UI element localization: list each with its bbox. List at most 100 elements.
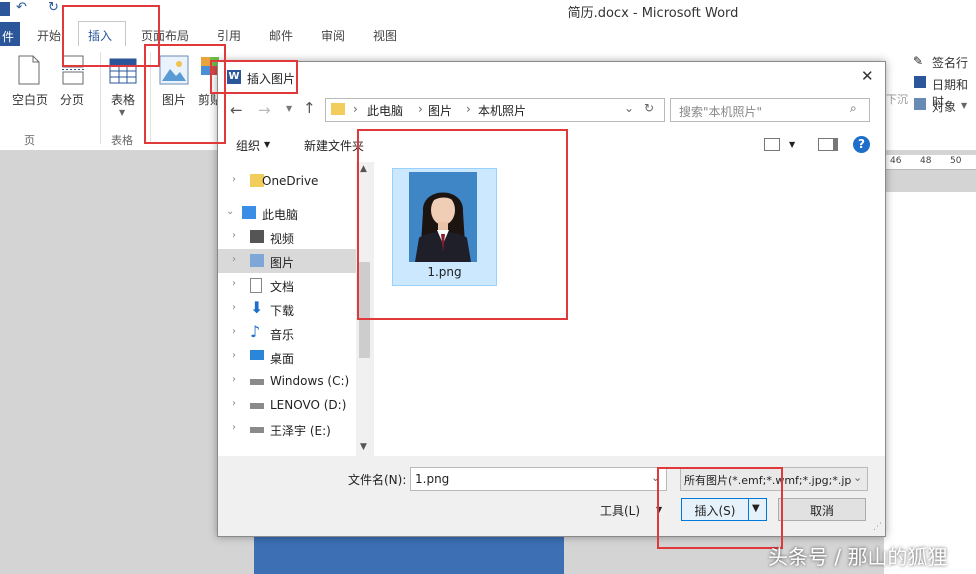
ruler: 46 48 50 xyxy=(884,155,976,170)
group-tables-label: 表格 xyxy=(111,134,133,147)
help-icon[interactable]: ? xyxy=(853,136,870,153)
preview-pane-icon[interactable] xyxy=(818,138,838,151)
nav-item-pictures[interactable]: › 图片 xyxy=(218,249,356,273)
nav-item-label: OneDrive xyxy=(262,174,319,188)
filename-value: 1.png xyxy=(415,472,450,486)
page-break-button[interactable]: 分页 xyxy=(60,91,84,108)
tab-file[interactable]: 件 xyxy=(0,22,20,46)
video-icon xyxy=(250,230,264,243)
close-icon[interactable]: ✕ xyxy=(861,67,874,85)
nav-item-onedrive[interactable]: › OneDrive xyxy=(218,169,356,193)
forward-icon[interactable]: → xyxy=(258,101,271,119)
organize-dropdown-icon[interactable]: ▼ xyxy=(264,140,270,149)
scroll-down-icon[interactable]: ▼ xyxy=(360,442,367,452)
view-dropdown-icon[interactable]: ▼ xyxy=(789,140,795,149)
tab-view[interactable]: 视图 xyxy=(373,27,397,44)
chevron-down-icon[interactable]: ⌄ xyxy=(226,206,234,217)
nav-item-music[interactable]: › ♪ 音乐 xyxy=(218,321,356,345)
nav-item-drive-e[interactable]: › 王泽宇 (E:) xyxy=(218,417,356,441)
tab-references[interactable]: 引用 xyxy=(217,27,241,44)
signature-line-button[interactable]: 签名行 xyxy=(932,54,968,71)
chevron-right-icon[interactable]: › xyxy=(232,302,236,313)
chevron-right-icon[interactable]: › xyxy=(232,422,236,433)
table-button[interactable]: 表格 xyxy=(111,91,135,108)
chevron-right-icon[interactable]: › xyxy=(232,230,236,241)
nav-item-label: 音乐 xyxy=(270,328,295,342)
download-icon: ⬇ xyxy=(250,298,264,317)
highlight-file xyxy=(357,129,568,320)
nav-item-label: 下载 xyxy=(270,304,295,318)
folder-icon xyxy=(331,103,345,115)
ruler-tick: 46 xyxy=(890,156,902,166)
nav-item-this-pc[interactable]: ⌄ 此电脑 xyxy=(218,201,356,225)
breadcrumb-item[interactable]: 此电脑 xyxy=(367,102,403,119)
music-icon: ♪ xyxy=(250,322,261,341)
watermark: 头条号 / 那山的狐狸 xyxy=(768,545,948,569)
chevron-right-icon[interactable]: › xyxy=(232,326,236,337)
blank-page-icon xyxy=(18,55,40,85)
breadcrumb-separator: › xyxy=(418,102,423,116)
nav-item-downloads[interactable]: › ⬇ 下载 xyxy=(218,297,356,321)
nav-item-label: LENOVO (D:) xyxy=(270,398,347,412)
tab-home[interactable]: 开始 xyxy=(37,27,61,44)
cancel-button-label: 取消 xyxy=(809,504,834,518)
nav-item-label: Windows (C:) xyxy=(270,374,350,388)
computer-icon xyxy=(242,206,256,219)
chevron-right-icon[interactable]: › xyxy=(232,254,236,265)
tab-mailings[interactable]: 邮件 xyxy=(269,27,293,44)
view-icon[interactable] xyxy=(764,138,780,151)
address-dropdown-icon[interactable]: ⌄ xyxy=(624,101,634,115)
date-time-icon xyxy=(914,76,926,88)
table-dropdown-icon[interactable]: ▼ xyxy=(119,108,125,117)
cancel-button[interactable]: 取消 xyxy=(778,498,866,521)
nav-item-label: 桌面 xyxy=(270,352,295,366)
highlight-dialog-title xyxy=(210,60,298,94)
object-dropdown-icon[interactable]: ▼ xyxy=(961,101,967,110)
highlight-picture-button xyxy=(144,44,226,144)
up-icon[interactable]: ↑ xyxy=(303,99,316,117)
chevron-right-icon[interactable]: › xyxy=(232,374,236,385)
chevron-right-icon[interactable]: › xyxy=(232,278,236,289)
address-bar[interactable]: › 此电脑 › 图片 › 本机照片 ⌄ ↻ xyxy=(325,98,665,122)
drop-cap-label[interactable]: 下沉 xyxy=(886,91,908,107)
tools-button[interactable]: 工具(L) xyxy=(600,502,640,519)
search-box[interactable]: 搜索"本机照片" ⌕ xyxy=(670,98,870,122)
ruler-tick: 50 xyxy=(950,156,962,166)
chevron-right-icon[interactable]: › xyxy=(232,174,236,185)
nav-item-drive-d[interactable]: › LENOVO (D:) xyxy=(218,393,356,417)
nav-item-label: 视频 xyxy=(270,232,295,246)
pictures-icon xyxy=(250,254,264,267)
filetype-dropdown-icon[interactable]: ⌄ xyxy=(853,471,863,484)
organize-button[interactable]: 组织 xyxy=(236,137,260,154)
nav-item-drive-c[interactable]: › Windows (C:) xyxy=(218,369,356,393)
back-icon[interactable]: ← xyxy=(230,101,243,119)
navigation-pane: › OneDrive ⌄ 此电脑 › 视频 › 图片 › 文档 › ⬇ 下载 ›… xyxy=(218,162,373,456)
refresh-icon[interactable]: ↻ xyxy=(644,101,654,115)
chevron-right-icon[interactable]: › xyxy=(232,398,236,409)
drive-icon xyxy=(250,379,264,385)
resize-grip-icon[interactable]: ⋰ xyxy=(873,522,882,532)
breadcrumb-separator: › xyxy=(353,102,358,116)
recent-dropdown-icon[interactable]: ▼ xyxy=(286,104,292,113)
new-folder-button[interactable]: 新建文件夹 xyxy=(304,137,364,154)
nav-item-label: 王泽宇 (E:) xyxy=(270,424,331,438)
object-button[interactable]: 对象 xyxy=(932,98,956,115)
search-input[interactable]: 搜索"本机照片" xyxy=(679,103,762,120)
document-page[interactable] xyxy=(884,192,976,574)
chevron-right-icon[interactable]: › xyxy=(232,350,236,361)
nav-item-videos[interactable]: › 视频 xyxy=(218,225,356,249)
breadcrumb-item[interactable]: 本机照片 xyxy=(478,102,526,119)
highlight-insert-button xyxy=(657,467,783,549)
blank-page-button[interactable]: 空白页 xyxy=(12,91,48,108)
nav-item-label: 图片 xyxy=(270,256,295,270)
desktop-icon xyxy=(250,350,264,360)
signature-icon: ✎ xyxy=(913,54,924,68)
nav-item-desktop[interactable]: › 桌面 xyxy=(218,345,356,369)
nav-item-documents[interactable]: › 文档 xyxy=(218,273,356,297)
drive-icon xyxy=(250,403,264,409)
filename-input[interactable]: 1.png ⌄ xyxy=(410,467,667,491)
tab-review[interactable]: 审阅 xyxy=(321,27,345,44)
breadcrumb-item[interactable]: 图片 xyxy=(428,102,452,119)
group-pages-label: 页 xyxy=(24,134,35,147)
document-icon xyxy=(250,278,262,293)
